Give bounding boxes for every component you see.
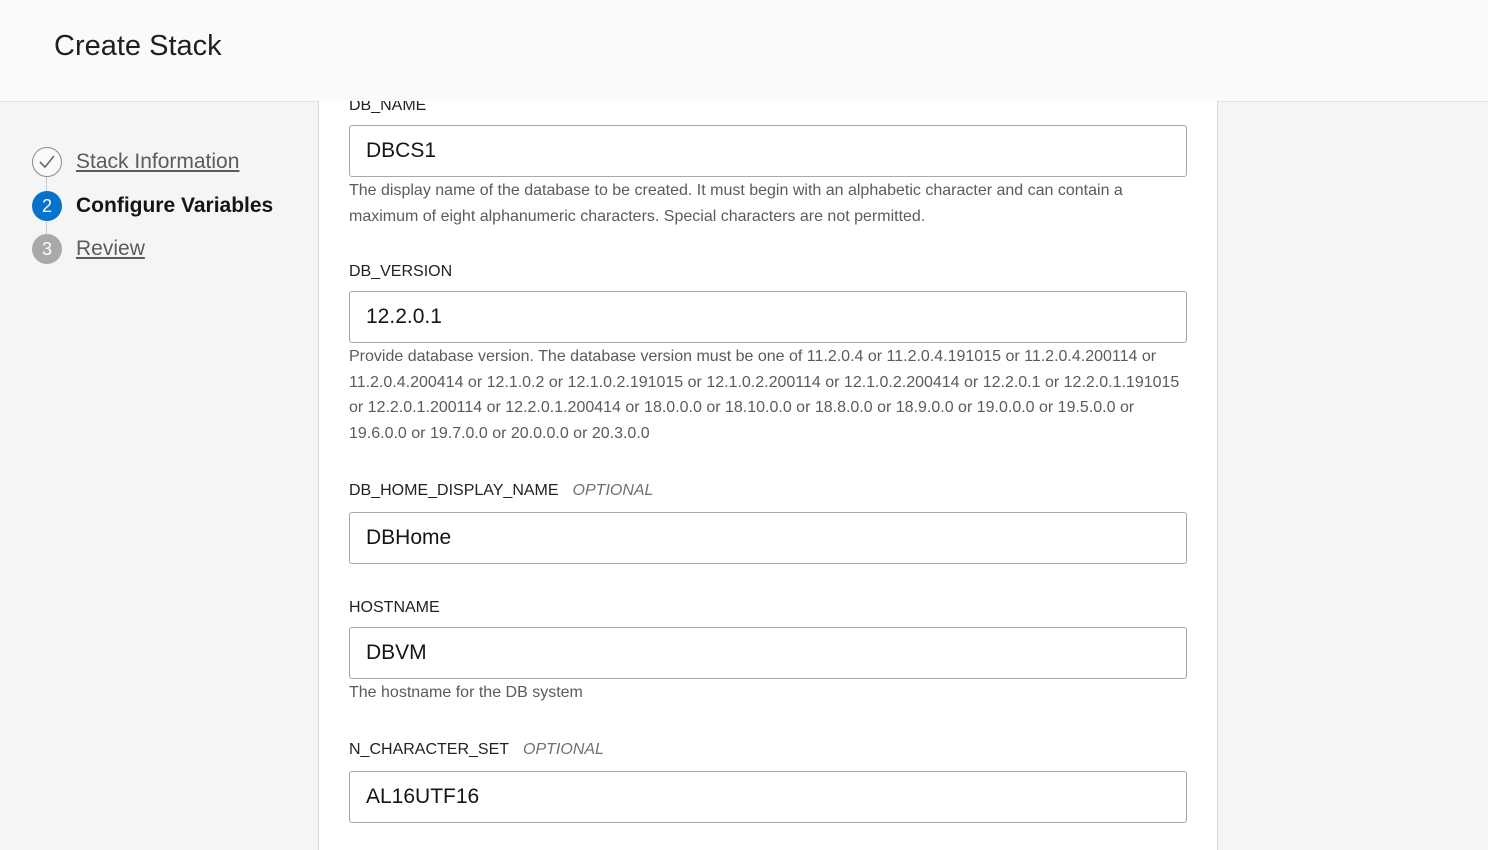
optional-tag: OPTIONAL bbox=[523, 741, 604, 758]
field-label-text: DB_VERSION bbox=[349, 263, 453, 280]
db-name-input[interactable] bbox=[349, 125, 1187, 177]
field-label-n-character-set: N_CHARACTER_SET OPTIONAL bbox=[349, 741, 604, 759]
hostname-input[interactable] bbox=[349, 627, 1187, 679]
db-version-help: Provide database version. The database v… bbox=[349, 348, 1180, 442]
step-configure-variables: 2 Configure Variables bbox=[32, 191, 273, 221]
page-header: Create Stack bbox=[0, 0, 1488, 102]
step-number-badge: 2 bbox=[32, 191, 62, 221]
n-character-set-input[interactable] bbox=[349, 771, 1187, 823]
db-home-display-name-input[interactable] bbox=[349, 512, 1187, 564]
field-label-db-name: DB_NAME bbox=[349, 101, 426, 115]
step-label-stack-information[interactable]: Stack Information bbox=[76, 150, 239, 174]
step-label-review[interactable]: Review bbox=[76, 237, 145, 261]
field-label-db-home-display-name: DB_HOME_DISPLAY_NAME OPTIONAL bbox=[349, 482, 653, 500]
hostname-help: The hostname for the DB system bbox=[349, 684, 583, 701]
db-version-input[interactable] bbox=[349, 291, 1187, 343]
step-stack-information[interactable]: Stack Information bbox=[32, 147, 239, 177]
page-title: Create Stack bbox=[54, 30, 222, 62]
field-label-text: HOSTNAME bbox=[349, 599, 440, 616]
step-connector bbox=[46, 176, 47, 191]
db-name-help: The display name of the database to be c… bbox=[349, 182, 1123, 225]
field-label-db-version: DB_VERSION bbox=[349, 263, 452, 281]
check-icon bbox=[32, 147, 62, 177]
step-connector bbox=[46, 220, 47, 234]
variables-form: DB_NAME The display name of the database… bbox=[318, 101, 1218, 850]
field-label-text: N_CHARACTER_SET bbox=[349, 741, 510, 758]
step-review[interactable]: 3 Review bbox=[32, 234, 145, 264]
field-label-hostname: HOSTNAME bbox=[349, 599, 440, 617]
step-label-configure-variables: Configure Variables bbox=[76, 194, 274, 217]
optional-tag: OPTIONAL bbox=[572, 482, 654, 499]
field-label-text: DB_NAME bbox=[349, 101, 427, 114]
step-number-badge: 3 bbox=[32, 234, 62, 264]
field-label-text: DB_HOME_DISPLAY_NAME bbox=[349, 482, 559, 499]
